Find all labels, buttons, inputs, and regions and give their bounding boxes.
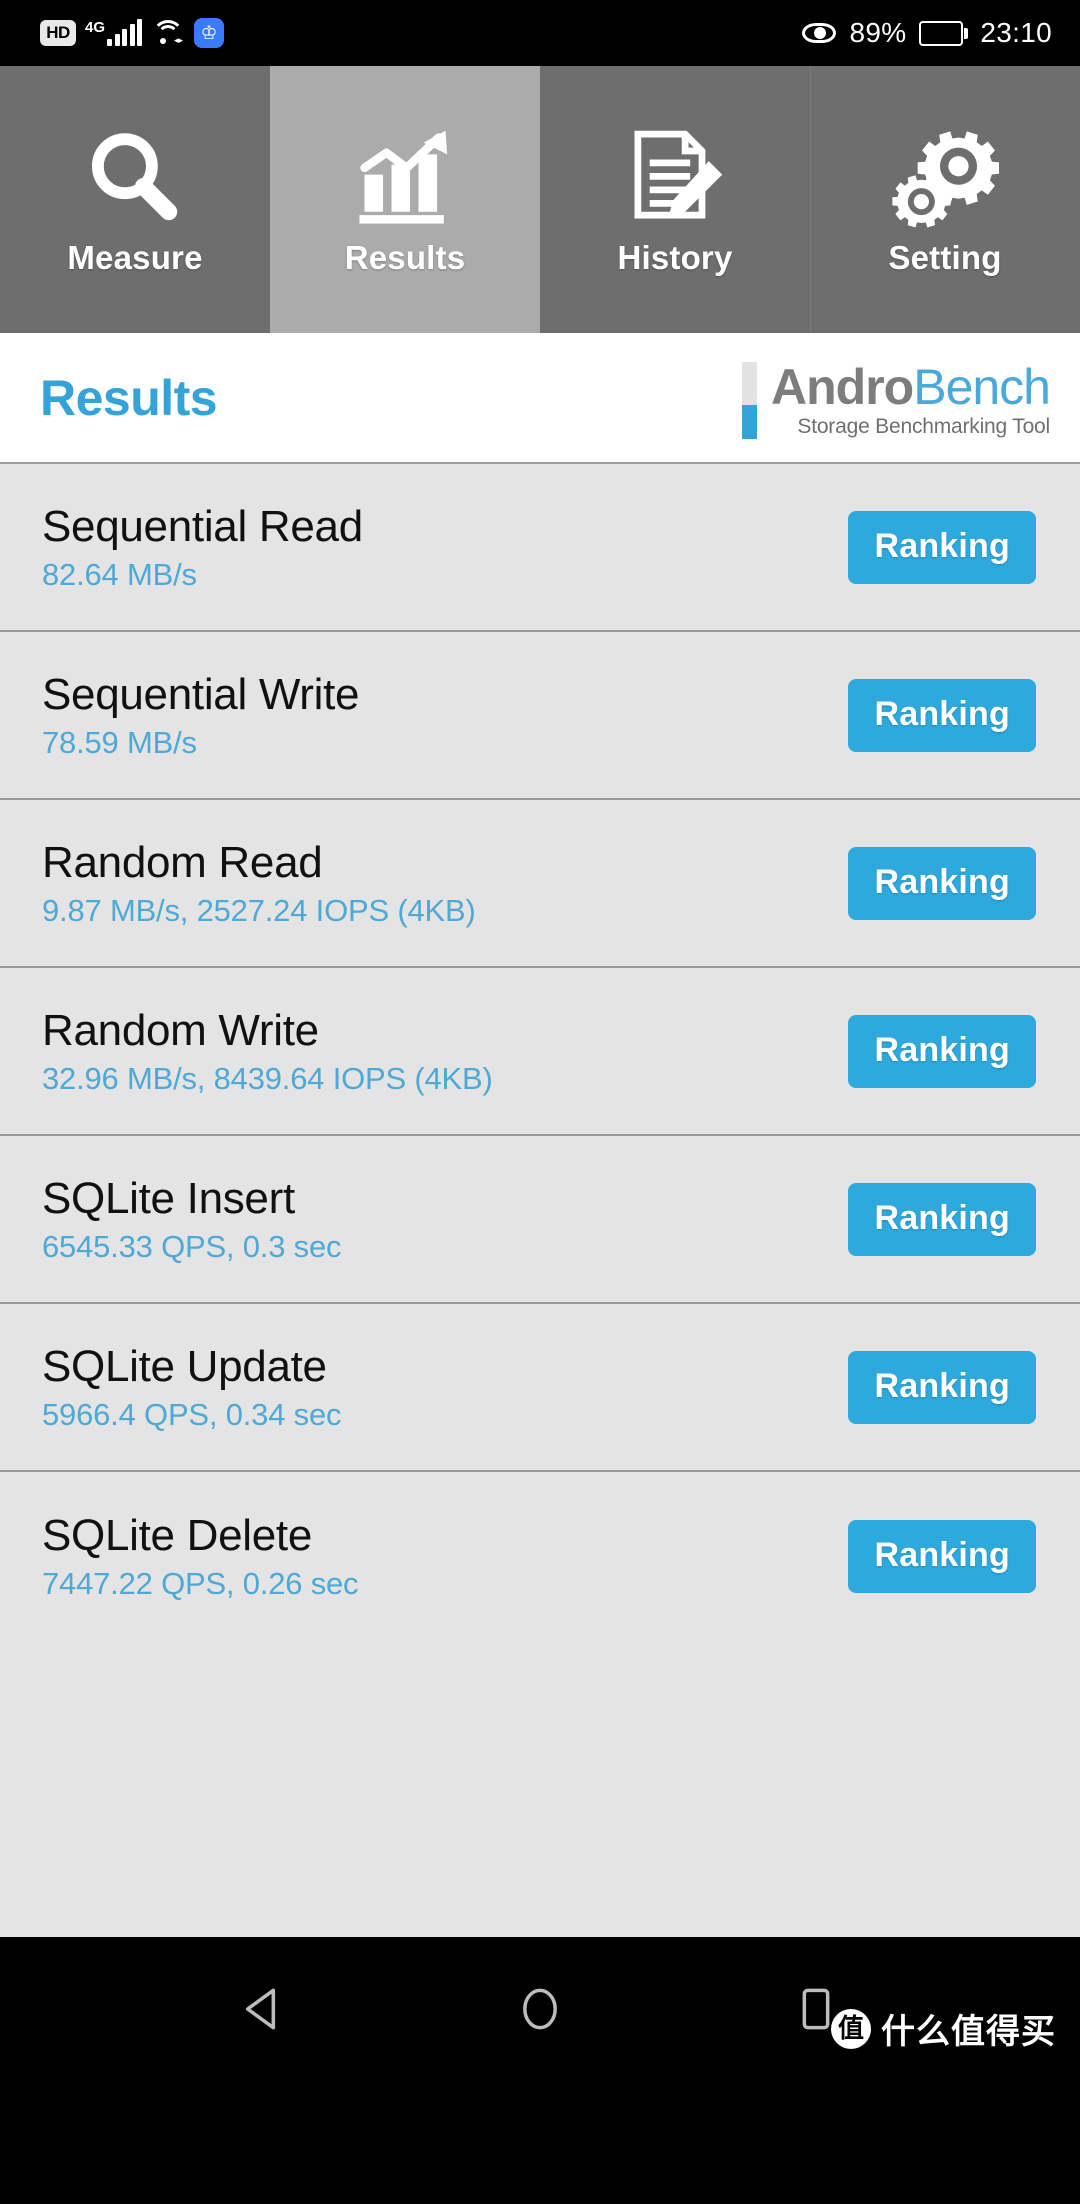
result-title: Random Write: [42, 1005, 319, 1055]
status-bar: HD 4G ◂▸ ♔ 89% 23:10: [0, 0, 1080, 66]
logo-tagline: Storage Benchmarking Tool: [797, 415, 1050, 438]
tab-label-results: Results: [344, 238, 466, 276]
result-title: SQLite Update: [42, 1341, 327, 1391]
page-title: Results: [40, 369, 218, 426]
table-row[interactable]: SQLite Insert 6545.33 QPS, 0.3 sec Ranki…: [0, 1136, 1080, 1304]
gears-icon: [891, 123, 999, 233]
document-pencil-icon: [621, 123, 729, 233]
watermark-logo-icon: 值: [831, 2008, 871, 2049]
result-value: 82.64 MB/s: [42, 556, 197, 592]
ranking-button[interactable]: Ranking: [848, 1182, 1036, 1256]
result-value: 78.59 MB/s: [42, 724, 197, 760]
tab-setting[interactable]: Setting: [810, 66, 1080, 333]
row-texts: Random Write 32.96 MB/s, 8439.64 IOPS (4…: [42, 1005, 493, 1096]
table-row[interactable]: Random Read 9.87 MB/s, 2527.24 IOPS (4KB…: [0, 800, 1080, 968]
result-title: SQLite Insert: [42, 1173, 295, 1223]
home-button[interactable]: [497, 1966, 583, 2052]
magnifier-icon: [81, 123, 189, 233]
tab-history[interactable]: History: [540, 66, 810, 333]
result-title: SQLite Delete: [42, 1510, 313, 1560]
logo-word-bench: Bench: [913, 359, 1051, 415]
page-header: Results AndroBench Storage Benchmarking …: [0, 333, 1080, 464]
logo-word-andro: Andro: [771, 359, 914, 415]
tab-measure[interactable]: Measure: [0, 66, 270, 333]
home-circle-icon: [512, 1981, 568, 2037]
back-triangle-icon: [236, 1981, 292, 2037]
results-list: Sequential Read 82.64 MB/s Ranking Seque…: [0, 464, 1080, 1937]
logo-wordmark: AndroBench: [771, 359, 1051, 415]
watermark: 值 什么值得买: [831, 2004, 1056, 2053]
row-texts: Random Read 9.87 MB/s, 2527.24 IOPS (4KB…: [42, 837, 476, 928]
clock-label: 23:10: [980, 17, 1052, 48]
blue-app-icon: ♔: [194, 18, 225, 48]
result-value: 32.96 MB/s, 8439.64 IOPS (4KB): [42, 1060, 493, 1096]
androbench-logo: AndroBench Storage Benchmarking Tool: [742, 356, 1051, 439]
watermark-text: 什么值得买: [881, 2012, 1056, 2052]
back-button[interactable]: [221, 1966, 307, 2052]
ranking-button[interactable]: Ranking: [848, 678, 1036, 752]
ranking-button[interactable]: Ranking: [848, 510, 1036, 584]
bar-chart-arrow-icon: [351, 123, 459, 233]
row-texts: SQLite Insert 6545.33 QPS, 0.3 sec: [42, 1173, 342, 1264]
tab-label-setting: Setting: [888, 238, 1002, 276]
ranking-button[interactable]: Ranking: [848, 1350, 1036, 1424]
cellular-signal-icon: 4G: [85, 19, 143, 46]
result-value: 6545.33 QPS, 0.3 sec: [42, 1228, 342, 1264]
result-title: Sequential Read: [42, 501, 363, 551]
tab-label-measure: Measure: [67, 238, 203, 276]
wifi-icon: ◂▸: [151, 20, 185, 46]
table-row[interactable]: Sequential Read 82.64 MB/s Ranking: [0, 464, 1080, 632]
result-title: Sequential Write: [42, 669, 360, 719]
ranking-button[interactable]: Ranking: [848, 1519, 1036, 1593]
table-row[interactable]: Random Write 32.96 MB/s, 8439.64 IOPS (4…: [0, 968, 1080, 1136]
result-value: 9.87 MB/s, 2527.24 IOPS (4KB): [42, 892, 476, 928]
battery-icon: [919, 20, 969, 46]
status-bar-left: HD 4G ◂▸ ♔: [0, 18, 225, 48]
tab-label-history: History: [617, 238, 733, 276]
ranking-button[interactable]: Ranking: [848, 1014, 1036, 1088]
list-empty-space: [0, 1640, 1080, 1863]
logo-text: AndroBench Storage Benchmarking Tool: [771, 359, 1051, 439]
network-type-label: 4G: [85, 19, 106, 36]
table-row[interactable]: SQLite Delete 7447.22 QPS, 0.26 sec Rank…: [0, 1472, 1080, 1640]
row-texts: SQLite Update 5966.4 QPS, 0.34 sec: [42, 1341, 342, 1432]
table-row[interactable]: SQLite Update 5966.4 QPS, 0.34 sec Ranki…: [0, 1304, 1080, 1472]
row-texts: Sequential Write 78.59 MB/s: [42, 669, 360, 760]
result-value: 7447.22 QPS, 0.26 sec: [42, 1565, 359, 1601]
tab-bar: Measure Results History Setting: [0, 66, 1080, 333]
eye-icon: [802, 23, 837, 43]
ranking-button[interactable]: Ranking: [848, 846, 1036, 920]
table-row[interactable]: Sequential Write 78.59 MB/s Ranking: [0, 632, 1080, 800]
result-title: Random Read: [42, 837, 323, 887]
result-value: 5966.4 QPS, 0.34 sec: [42, 1396, 342, 1432]
battery-percent-label: 89%: [849, 17, 907, 48]
tab-results[interactable]: Results: [270, 66, 540, 333]
row-texts: SQLite Delete 7447.22 QPS, 0.26 sec: [42, 1510, 359, 1601]
system-navigation-bar: 值 什么值得买: [0, 1937, 1080, 2081]
hd-icon: HD: [40, 20, 76, 46]
row-texts: Sequential Read 82.64 MB/s: [42, 501, 363, 592]
signal-bars-icon: [107, 19, 143, 46]
logo-accent-bar: [742, 362, 758, 439]
status-bar-right: 89% 23:10: [802, 17, 1080, 49]
